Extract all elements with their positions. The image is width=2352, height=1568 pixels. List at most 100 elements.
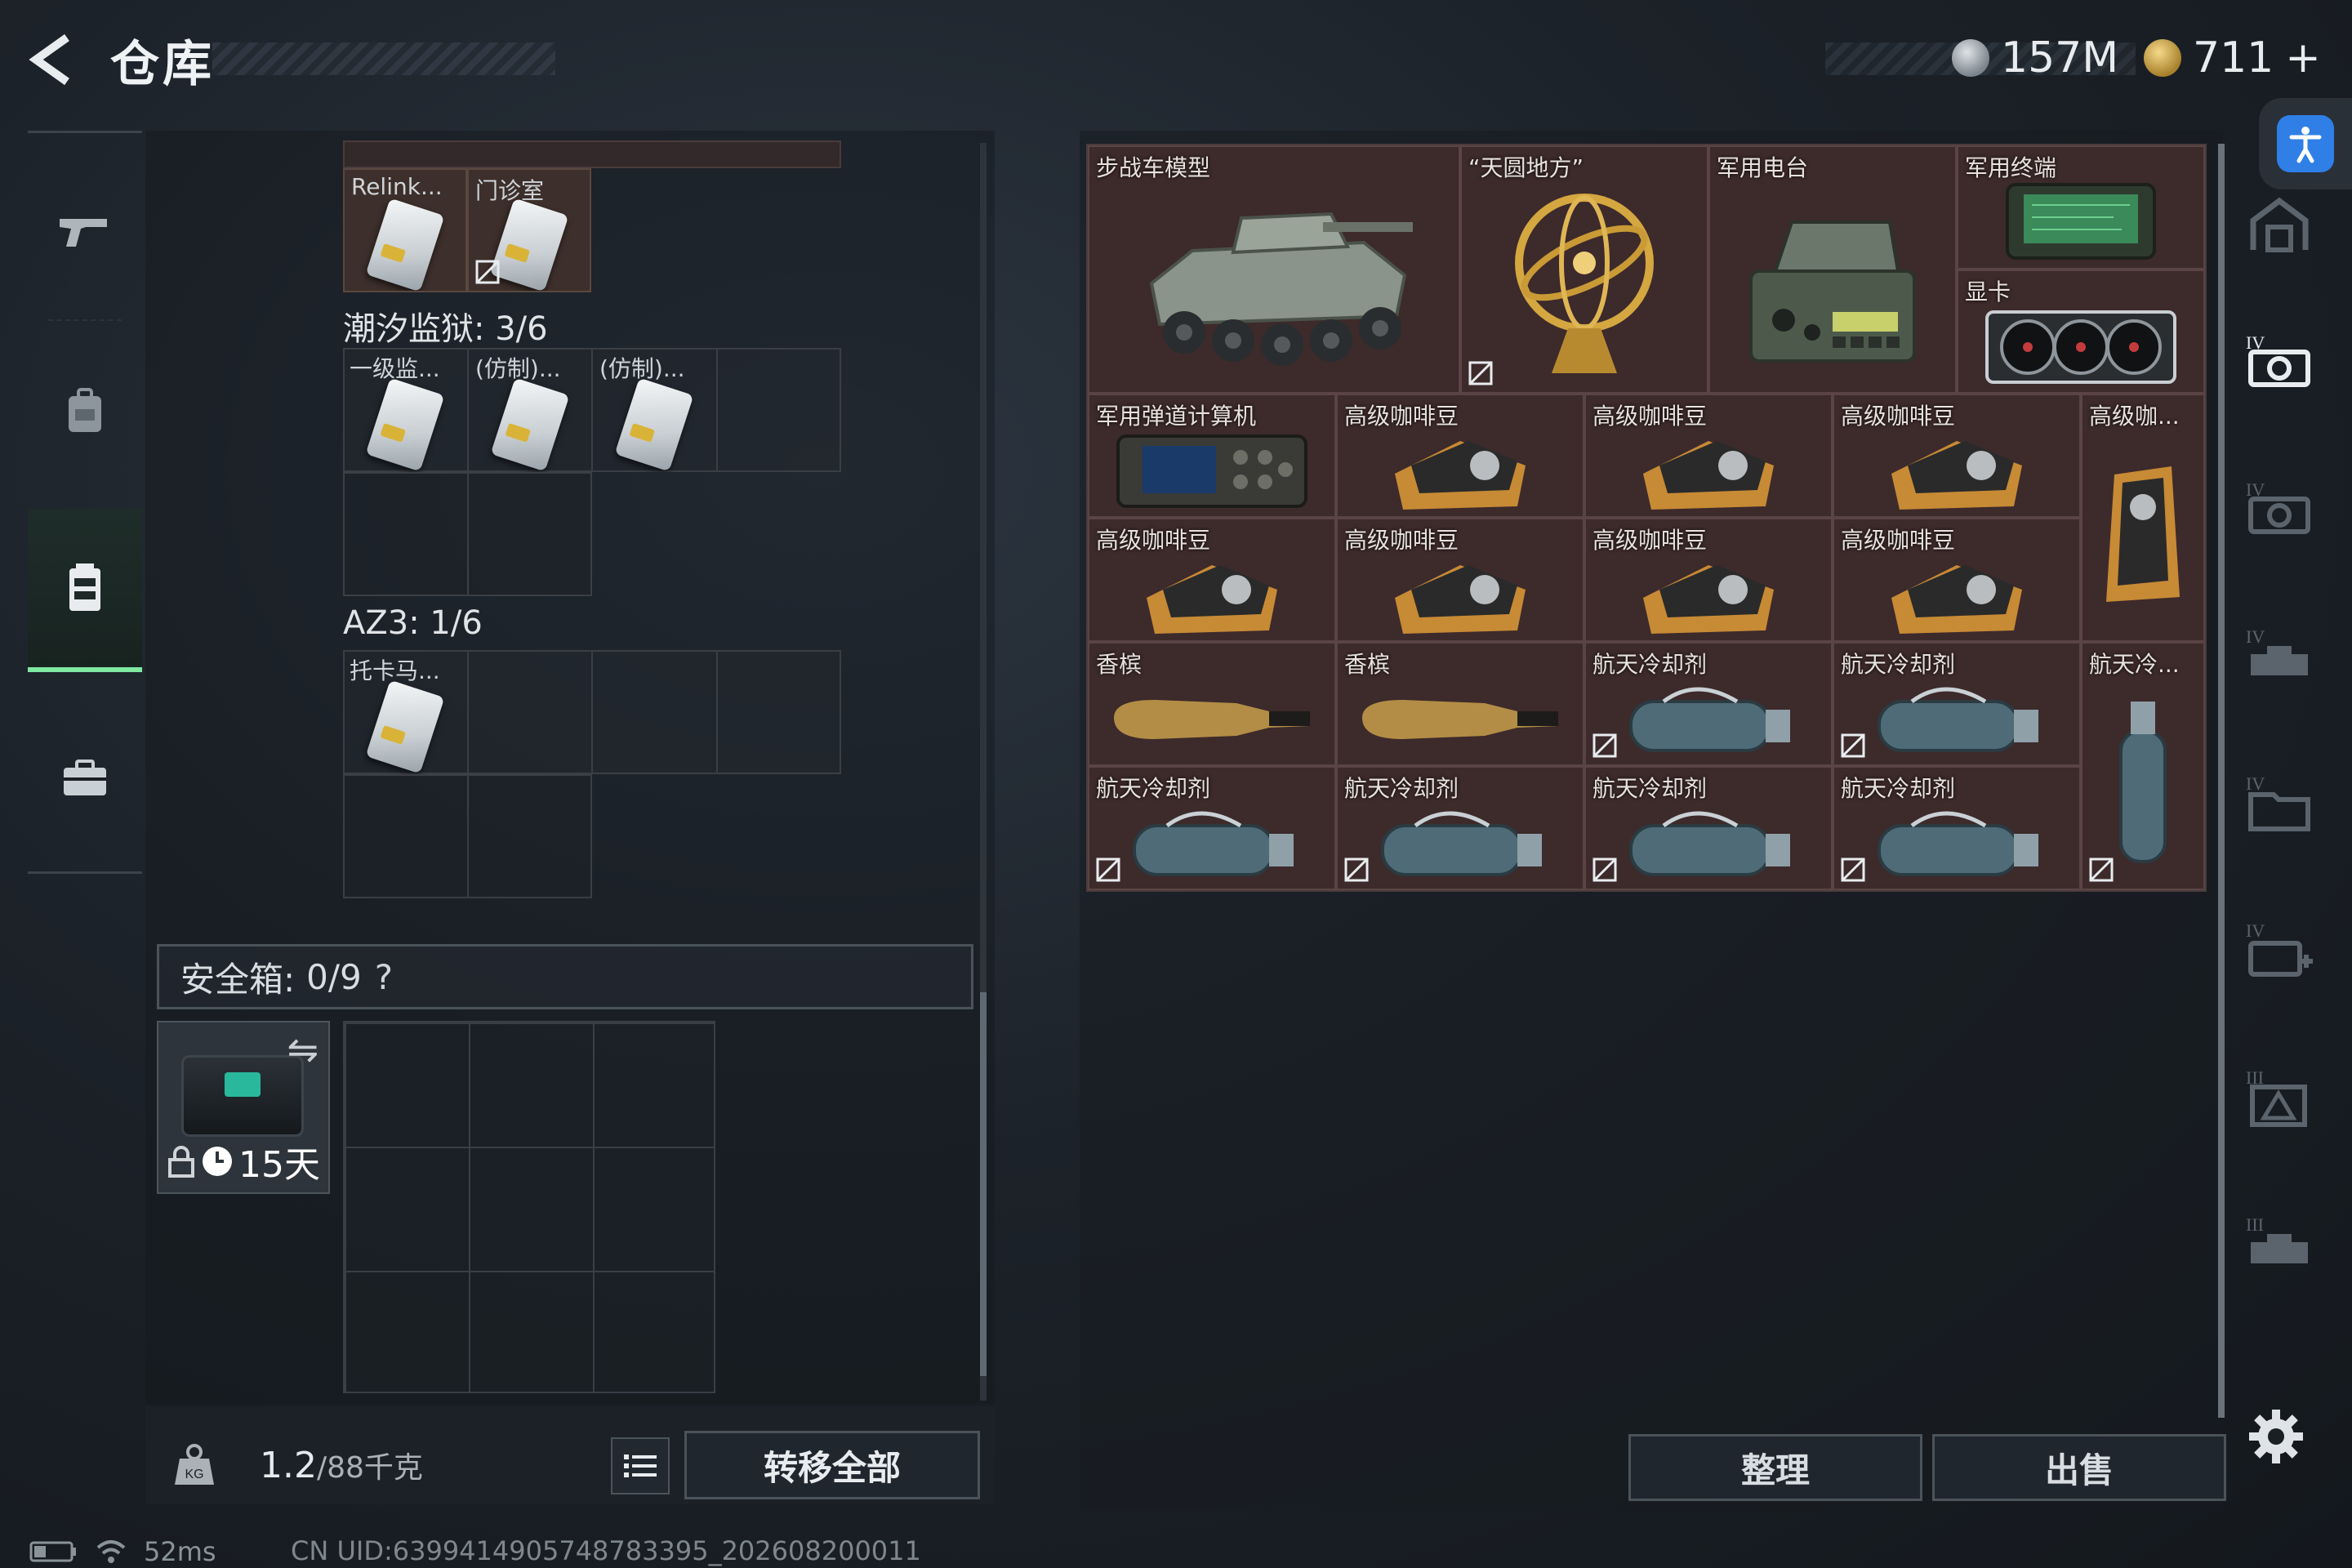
tier4-folder-icon: IV [2246, 773, 2310, 831]
cut-off-row [343, 140, 841, 168]
keycard-icon [490, 377, 570, 472]
item-coffee-beans[interactable]: 高级咖啡豆 [1336, 518, 1584, 642]
left-scrollbar[interactable] [980, 143, 987, 1401]
item-armillary[interactable]: “天圆地方” [1460, 145, 1708, 394]
transfer-all-button[interactable]: 转移全部 [684, 1431, 980, 1499]
item-coffee-beans[interactable]: 高级咖啡豆 [1584, 394, 1833, 518]
tab-tier4-vehicle[interactable]: IV [2234, 596, 2324, 719]
no-insurance-icon [475, 260, 500, 284]
weight-readout: 1.2/88千克 [260, 1444, 423, 1486]
ping-value: 52ms [144, 1536, 216, 1567]
item-military-radio[interactable]: 军用电台 [1708, 145, 1957, 394]
svg-text:III: III [2246, 1214, 2264, 1235]
item-champagne[interactable]: 香槟 [1088, 642, 1336, 766]
item-clinic-keycard[interactable]: 门诊室 [467, 168, 591, 292]
status-bar: 52ms [29, 1535, 216, 1568]
item-aerospace-coolant[interactable]: 航天冷却剂 [1833, 766, 2081, 890]
item-aerospace-coolant[interactable]: 航天冷却剂 [1584, 766, 1833, 890]
coffee-icon [1338, 423, 1583, 516]
safe-case-icon [181, 1055, 304, 1137]
settings-button[interactable] [2247, 1408, 2313, 1473]
no-insurance-icon [1841, 733, 1865, 758]
list-icon [624, 1454, 657, 1477]
nav-backpack[interactable] [28, 329, 142, 492]
tier3-warning-icon: III [2246, 1067, 2307, 1127]
back-button[interactable] [24, 31, 82, 88]
item-military-terminal[interactable]: 军用终端 [1957, 145, 2205, 270]
sort-button[interactable]: 整理 [1628, 1434, 1922, 1501]
coffee-icon [1338, 547, 1583, 640]
ballistic-computer-icon [1089, 423, 1334, 516]
gear-icon [2249, 1410, 2303, 1463]
coolant-icon [1586, 671, 1831, 764]
tier4-vehicle-icon: IV [2246, 626, 2308, 675]
tier4-medical-icon: IV [2246, 920, 2313, 977]
no-insurance-icon [1592, 858, 1617, 882]
keycard-icon [489, 198, 569, 291]
tab-tier4-camera[interactable]: IV [2234, 449, 2324, 572]
item-coffee-beans[interactable]: 高级咖啡豆 [1833, 394, 2081, 518]
item-aerospace-coolant[interactable]: 航天冷却剂 [1088, 766, 1336, 890]
svg-text:IV: IV [2246, 626, 2265, 647]
item-coffee-beans[interactable]: 高级咖啡豆 [1336, 394, 1584, 518]
tab-tier4-camera-active[interactable]: IV [2234, 302, 2324, 425]
safe-box-label: 安全箱: [180, 959, 296, 1000]
coffee-icon [1089, 547, 1334, 640]
item-keycard-tokamak[interactable]: 托卡马... [343, 650, 467, 774]
currency-add-button[interactable]: + [2285, 33, 2321, 82]
nav-chest-rig[interactable] [28, 509, 142, 672]
item-coffee-beans[interactable]: 高级咖啡豆 [1584, 518, 1833, 642]
tab-tier3-vehicle[interactable]: III [2234, 1184, 2324, 1307]
home-stash-icon [2250, 197, 2309, 252]
safe-box-header: 安全箱: 0/9 ? [157, 944, 973, 1009]
item-coffee-beans-vertical[interactable]: 高级咖... [2081, 394, 2205, 642]
item-relink[interactable]: Relink... [343, 168, 467, 292]
coffee-icon [1834, 423, 2079, 516]
right-scrollbar[interactable] [2218, 144, 2225, 1418]
weight-value: 1.2 [260, 1445, 317, 1486]
sell-button[interactable]: 出售 [1932, 1434, 2226, 1501]
safe-box-grid [343, 1021, 715, 1393]
item-aerospace-coolant[interactable]: 航天冷却剂 [1833, 642, 2081, 766]
help-icon[interactable]: ? [375, 957, 393, 997]
item-keycard-tide-3[interactable]: (仿制)... [591, 348, 715, 472]
backpack-icon [69, 388, 101, 432]
wifi-icon [96, 1540, 126, 1563]
item-ifv-model[interactable]: 步战车模型 [1088, 145, 1460, 394]
back-arrow-icon [29, 33, 69, 86]
item-coffee-beans[interactable]: 高级咖啡豆 [1833, 518, 2081, 642]
armillary-icon [1462, 175, 1707, 392]
gold-coin-icon [2144, 39, 2181, 77]
safe-box-slot[interactable]: ⇋ 15天 [157, 1021, 330, 1194]
nav-briefcase[interactable] [28, 697, 142, 860]
section-grid-az3: 托卡马... [343, 650, 841, 898]
tier3-vehicle-icon: III [2246, 1214, 2308, 1263]
no-insurance-icon [2089, 858, 2114, 882]
item-ballistic-computer[interactable]: 军用弹道计算机 [1088, 394, 1336, 518]
currency-gold-value: 711 [2193, 33, 2274, 82]
tab-tier3-warning[interactable]: III [2234, 1037, 2324, 1160]
nav-weapon[interactable] [28, 149, 142, 313]
keycard-icon [365, 198, 445, 291]
coolant-icon [1338, 795, 1583, 889]
currency-gold[interactable]: 711 + [2144, 29, 2321, 87]
item-keycard-tide-1[interactable]: 一级监... [343, 348, 467, 472]
tab-all-stash[interactable] [2234, 163, 2324, 286]
item-aerospace-coolant-vertical[interactable]: 航天冷... [2081, 642, 2205, 890]
tab-tier4-medical[interactable]: IV [2234, 890, 2324, 1013]
currency-silver: 157M [1952, 29, 2118, 87]
tab-tier4-folder[interactable]: IV [2234, 743, 2324, 866]
item-aerospace-coolant[interactable]: 航天冷却剂 [1336, 766, 1584, 890]
item-gpu[interactable]: 显卡 [1957, 270, 2205, 394]
item-coffee-beans[interactable]: 高级咖啡豆 [1088, 518, 1336, 642]
keycard-icon [365, 377, 445, 472]
title-decoration [212, 42, 555, 75]
item-aerospace-coolant[interactable]: 航天冷却剂 [1584, 642, 1833, 766]
item-keycard-tide-2[interactable]: (仿制)... [467, 348, 591, 472]
swap-icon[interactable]: ⇋ [287, 1027, 318, 1071]
coffee-icon [1834, 547, 2079, 640]
item-champagne[interactable]: 香槟 [1336, 642, 1584, 766]
svg-text:IV: IV [2246, 773, 2265, 794]
list-view-button[interactable] [611, 1437, 670, 1494]
left-nav [28, 131, 142, 874]
